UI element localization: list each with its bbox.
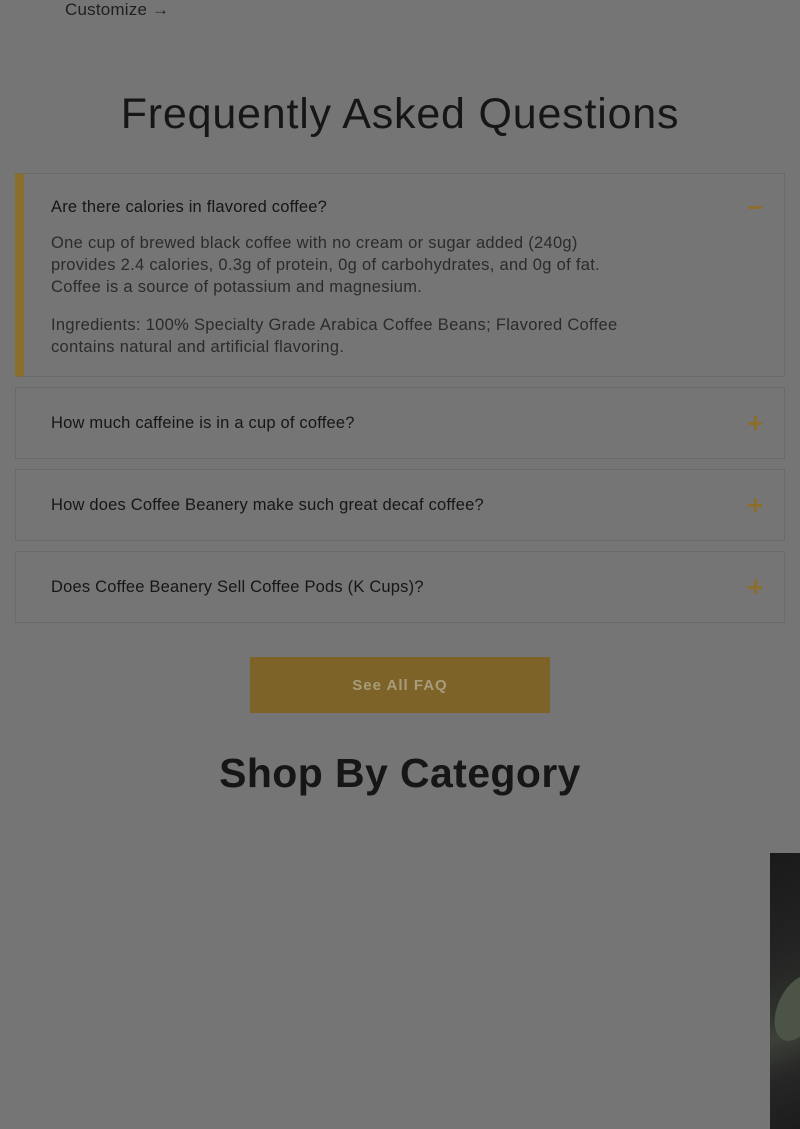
- minus-icon[interactable]: [748, 200, 762, 214]
- see-all-faq-button[interactable]: See All FAQ: [250, 657, 550, 713]
- faq-item-decaf[interactable]: How does Coffee Beanery make such great …: [15, 469, 785, 541]
- customize-link[interactable]: Customize →: [65, 0, 169, 20]
- plus-icon[interactable]: [748, 580, 762, 594]
- faq-section-title: Frequently Asked Questions: [120, 90, 680, 138]
- plus-icon[interactable]: [748, 498, 762, 512]
- faq-answer: One cup of brewed black coffee with no c…: [51, 232, 754, 358]
- faq-question[interactable]: Does Coffee Beanery Sell Coffee Pods (K …: [51, 578, 424, 597]
- faq-item-calories[interactable]: Are there calories in flavored coffee? O…: [15, 173, 785, 377]
- shop-by-category-title: Shop By Category: [219, 750, 581, 796]
- faq-question[interactable]: How does Coffee Beanery make such great …: [51, 496, 484, 515]
- plus-icon[interactable]: [748, 416, 762, 430]
- faq-item-caffeine[interactable]: How much caffeine is in a cup of coffee?: [15, 387, 785, 459]
- category-image[interactable]: [770, 853, 800, 1129]
- faq-accordion: Are there calories in flavored coffee? O…: [15, 173, 785, 633]
- faq-answer-paragraph: Ingredients: 100% Specialty Grade Arabic…: [51, 316, 618, 356]
- plant-leaf-image: [770, 967, 800, 1049]
- faq-item-coffee-pods[interactable]: Does Coffee Beanery Sell Coffee Pods (K …: [15, 551, 785, 623]
- faq-question[interactable]: Are there calories in flavored coffee?: [51, 198, 754, 217]
- faq-answer-paragraph: One cup of brewed black coffee with no c…: [51, 234, 600, 296]
- faq-question[interactable]: How much caffeine is in a cup of coffee?: [51, 414, 355, 433]
